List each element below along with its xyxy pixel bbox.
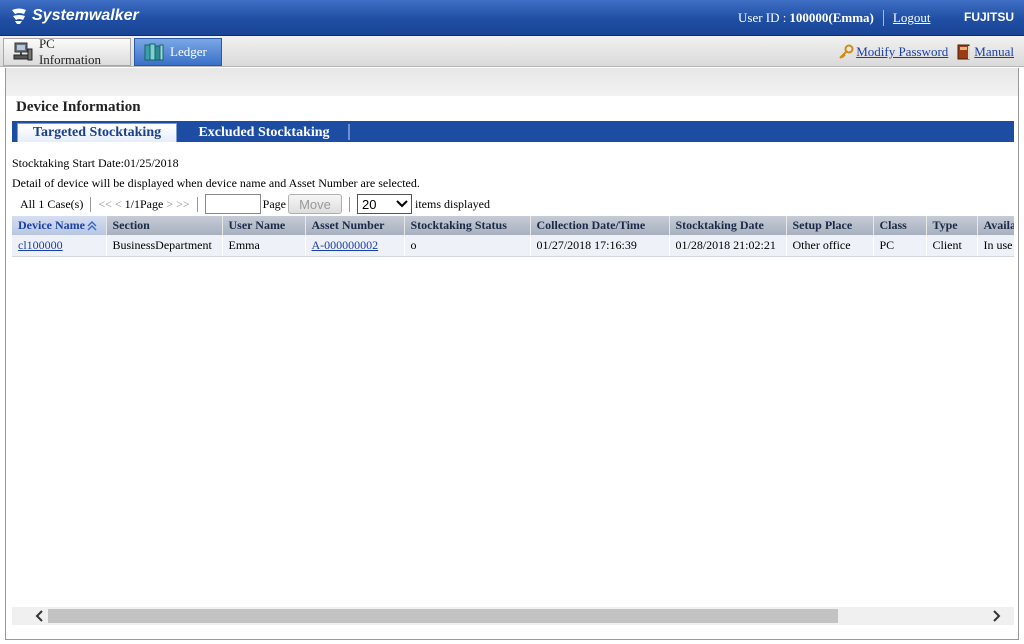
table-header-row: Device Name Section User Name Asset Numb…: [12, 216, 1014, 235]
col-device-name[interactable]: Device Name: [12, 216, 107, 235]
user-area: User ID : 100000(Emma) Logout: [738, 10, 930, 26]
col-collection-datetime[interactable]: Collection Date/Time: [530, 216, 670, 235]
header-divider: [882, 10, 884, 26]
device-table: Device Name Section User Name Asset Numb…: [12, 216, 1014, 257]
pager-divider: [90, 196, 92, 212]
col-availability[interactable]: Availability: [977, 216, 1014, 235]
pagination-bar: All 1 Case(s) << < 1/1Page > >> Page Mov…: [20, 193, 490, 215]
cell-stocktaking-date: 01/28/2018 21:02:21: [669, 235, 787, 257]
tab-pc-information-label: PC Information: [38, 36, 102, 67]
manual-link[interactable]: Manual: [974, 44, 1014, 60]
col-asset-number[interactable]: Asset Number: [305, 216, 405, 235]
main-nav: PC Information Ledger Modify Password Ma…: [0, 36, 1024, 67]
col-class[interactable]: Class: [873, 216, 927, 235]
fujitsu-logo: FUJITSU: [963, 10, 1014, 24]
page-number-input[interactable]: [204, 194, 261, 214]
cell-type: Client: [926, 235, 978, 257]
page-label: Page: [262, 196, 286, 211]
total-count: All 1 Case(s): [20, 196, 84, 211]
stocktaking-start-date: Stocktaking Start Date:01/25/2018: [12, 156, 179, 170]
cell-setup-place: Other office: [786, 235, 874, 257]
cell-device-name: cl100000: [12, 235, 107, 257]
detail-hint-text: Detail of device will be displayed when …: [12, 176, 420, 190]
last-page-button[interactable]: >>: [176, 197, 190, 212]
current-page: 1/1Page: [124, 196, 164, 211]
items-per-page-value: 20: [361, 196, 377, 212]
col-section[interactable]: Section: [106, 216, 223, 235]
brand-name: Systemwalker: [32, 7, 139, 24]
manual-book-icon: [957, 44, 971, 60]
cell-asset-number: A-000000002: [305, 235, 405, 257]
key-icon: [839, 44, 854, 59]
sort-ascending-icon: [87, 221, 97, 231]
nav-utility-links: Modify Password Manual: [838, 44, 1014, 60]
modify-password-link[interactable]: Modify Password: [856, 44, 948, 60]
scroll-left-button[interactable]: [30, 608, 48, 624]
chevron-down-icon: [396, 200, 408, 208]
tab-ledger-label: Ledger: [170, 44, 207, 59]
user-id-label: User ID :: [738, 10, 787, 25]
cell-stocktaking-status: o: [404, 235, 531, 257]
tab-pc-information[interactable]: PC Information: [3, 36, 131, 67]
prev-page-button[interactable]: <: [115, 197, 122, 212]
col-setup-place[interactable]: Setup Place: [786, 216, 874, 235]
scrollbar-thumb[interactable]: [48, 609, 838, 623]
scroll-right-button[interactable]: [988, 608, 1006, 624]
cell-section: BusinessDepartment: [106, 235, 223, 257]
tab-ledger[interactable]: Ledger: [134, 38, 222, 66]
systemwalker-logo: Systemwalker: [9, 7, 139, 25]
stocktaking-tabbar: Targeted Stocktaking Excluded Stocktakin…: [12, 121, 1014, 142]
table-row: cl100000 BusinessDepartment Emma A-00000…: [12, 235, 1014, 257]
chevron-right-icon: [993, 610, 1001, 622]
cell-availability: In use: [977, 235, 1014, 257]
tab-targeted-stocktaking[interactable]: Targeted Stocktaking: [17, 123, 177, 142]
pager-divider: [196, 196, 198, 212]
col-user-name[interactable]: User Name: [222, 216, 306, 235]
cell-collection-datetime: 01/27/2018 17:16:39: [530, 235, 670, 257]
cell-user-name: Emma: [222, 235, 306, 257]
col-stocktaking-status[interactable]: Stocktaking Status: [404, 216, 531, 235]
horizontal-scrollbar[interactable]: [12, 607, 1014, 625]
tab-excluded-stocktaking[interactable]: Excluded Stocktaking: [183, 123, 345, 142]
move-button[interactable]: Move: [287, 194, 342, 214]
asset-number-link[interactable]: A-000000002: [312, 238, 379, 252]
col-type[interactable]: Type: [926, 216, 978, 235]
device-table-container: Device Name Section User Name Asset Numb…: [12, 216, 1014, 608]
cell-class: PC: [873, 235, 927, 257]
page-title: Device Information: [16, 99, 141, 115]
ledger-icon: [144, 43, 164, 61]
chevron-left-icon: [35, 610, 43, 622]
systemwalker-logo-icon: [12, 8, 26, 24]
col-stocktaking-date[interactable]: Stocktaking Date: [669, 216, 787, 235]
content-frame: Device Information Targeted Stocktaking …: [5, 68, 1019, 640]
device-name-link[interactable]: cl100000: [18, 238, 63, 252]
pc-icon: [13, 42, 33, 61]
app-header: Systemwalker User ID : 100000(Emma) Logo…: [0, 0, 1024, 36]
items-displayed-label: items displayed: [414, 196, 490, 211]
next-page-button[interactable]: >: [166, 197, 173, 212]
logout-link[interactable]: Logout: [893, 10, 931, 26]
first-page-button[interactable]: <<: [98, 197, 112, 212]
tab-divider: [348, 124, 350, 140]
pager-divider: [348, 196, 350, 212]
user-id-value: 100000(Emma): [789, 10, 874, 25]
items-per-page-select[interactable]: 20: [356, 194, 412, 214]
content-top-band: [6, 68, 1018, 96]
